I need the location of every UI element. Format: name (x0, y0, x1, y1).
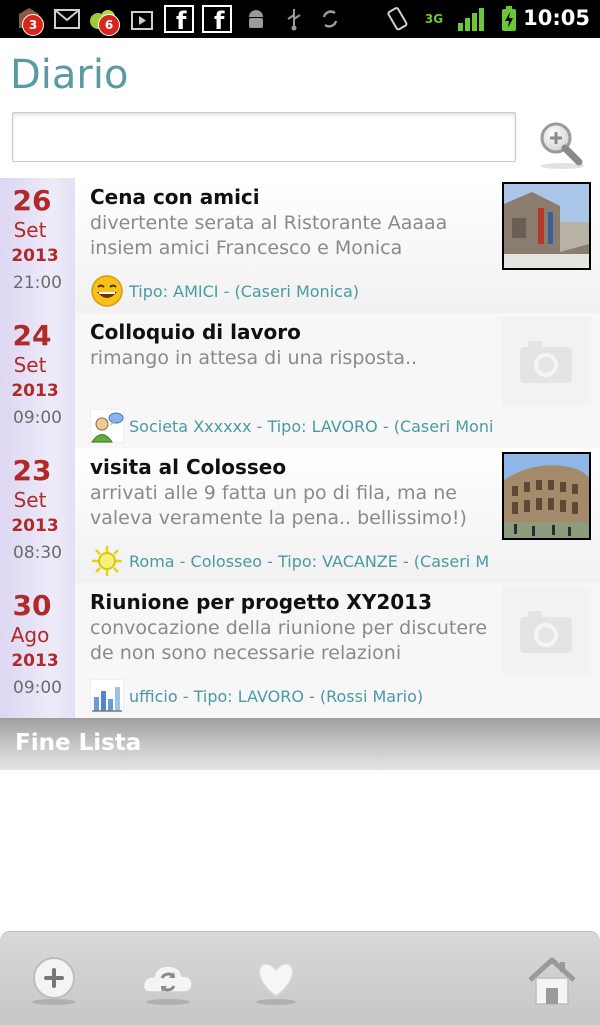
android-debug-icon (244, 6, 268, 32)
sync-button[interactable] (138, 950, 198, 1010)
date-column: 23 Set 2013 08:30 (0, 448, 75, 583)
entry-title: Cena con amici (90, 185, 260, 209)
status-bar: 3 6 f f 3G 10:05 (0, 0, 600, 38)
signal-icon (456, 6, 486, 32)
svg-text:f: f (176, 7, 187, 33)
list-item[interactable]: 26 Set 2013 21:00 Cena con amici diverte… (0, 178, 600, 313)
entry-time: 09:00 (13, 408, 62, 428)
notification-badge: 6 (98, 14, 120, 36)
list-end-bar: Fine Lista (0, 718, 600, 770)
list-end-label: Fine Lista (15, 730, 142, 756)
battery-charging-icon (498, 6, 520, 32)
photo-thumbnail[interactable] (502, 182, 591, 270)
entry-year: 2013 (11, 246, 59, 266)
add-icon (32, 957, 76, 1005)
date-column: 24 Set 2013 09:00 (0, 313, 75, 448)
list-item[interactable]: 24 Set 2013 09:00 Colloquio di lavoro ri… (0, 313, 600, 448)
list-item[interactable]: 30 Ago 2013 09:00 Riunione per progetto … (0, 583, 600, 718)
entry-footer-text: Societa Xxxxxx - Tipo: LAVORO - (Caseri … (129, 417, 494, 436)
play-store-icon (130, 6, 154, 32)
entry-title: visita al Colosseo (90, 455, 287, 479)
entry-title: Colloquio di lavoro (90, 320, 301, 344)
notification-badge: 3 (22, 14, 44, 36)
bottom-toolbar (0, 931, 600, 1025)
zoom-in-icon (540, 122, 584, 169)
entry-month: Set (13, 353, 47, 377)
entry-description: rimango in attesa di una risposta.. (90, 347, 418, 369)
home-button[interactable] (522, 950, 582, 1010)
entry-month: Set (13, 488, 47, 512)
entry-day: 24 (12, 319, 52, 352)
entry-day: 30 (12, 589, 52, 622)
entry-footer: Tipo: AMICI - (Caseri Monica) (90, 274, 495, 308)
entry-description: arrivati alle 9 fatta un po di fila, ma … (90, 482, 467, 529)
date-column: 26 Set 2013 21:00 (0, 178, 75, 313)
date-column: 30 Ago 2013 09:00 (0, 583, 75, 718)
favorite-button[interactable] (246, 950, 306, 1010)
entry-footer: Roma - Colosseo - Tipo: VACANZE - (Caser… (90, 544, 495, 578)
mail-icon (54, 6, 80, 32)
facebook-icon: f (164, 5, 194, 33)
entry-year: 2013 (11, 651, 59, 671)
entry-year: 2013 (11, 516, 59, 536)
entry-description: divertente serata al Ristorante Aaaaa in… (90, 212, 448, 259)
search-input[interactable] (12, 112, 516, 162)
status-clock: 10:05 (523, 6, 590, 30)
sync-icon (318, 6, 342, 32)
laughing-face-icon (91, 275, 123, 307)
entry-time: 08:30 (13, 543, 62, 563)
add-button[interactable] (24, 950, 84, 1010)
camera-placeholder-icon[interactable] (502, 317, 591, 405)
entry-day: 23 (12, 454, 52, 487)
svg-text:f: f (214, 7, 225, 33)
entry-time: 09:00 (13, 678, 62, 698)
user-chat-icon (90, 409, 124, 443)
vibrate-icon (382, 6, 412, 32)
home-icon (528, 957, 576, 1005)
entry-time: 21:00 (13, 273, 62, 293)
entry-footer-text: Roma - Colosseo - Tipo: VACANZE - (Caser… (129, 552, 490, 571)
entry-footer: Societa Xxxxxx - Tipo: LAVORO - (Caseri … (90, 409, 495, 443)
entry-month: Ago (10, 623, 50, 647)
entry-footer: ufficio - Tipo: LAVORO - (Rossi Mario) (90, 679, 495, 713)
cloud-sync-icon (142, 965, 193, 1005)
camera-placeholder-icon[interactable] (502, 587, 591, 675)
bar-chart-icon (90, 679, 124, 713)
entry-footer-text: ufficio - Tipo: LAVORO - (Rossi Mario) (129, 687, 424, 706)
page-title: Diario (10, 52, 129, 98)
sun-icon (92, 546, 122, 576)
usb-icon (282, 6, 306, 32)
entry-day: 26 (12, 184, 52, 217)
entry-title: Riunione per progetto XY2013 (90, 590, 432, 614)
entry-description: convocazione della riunione per discuter… (90, 617, 488, 668)
search-button[interactable] (534, 118, 590, 170)
entry-month: Set (13, 218, 47, 242)
entry-year: 2013 (11, 381, 59, 401)
entry-footer-text: Tipo: AMICI - (Caseri Monica) (129, 282, 359, 301)
list-item[interactable]: 23 Set 2013 08:30 visita al Colosseo arr… (0, 448, 600, 583)
network-3g-icon: 3G (424, 12, 444, 26)
heart-icon (256, 963, 296, 1005)
photo-thumbnail[interactable] (502, 452, 591, 540)
facebook-icon: f (202, 5, 232, 33)
diary-list: 26 Set 2013 21:00 Cena con amici diverte… (0, 178, 600, 718)
